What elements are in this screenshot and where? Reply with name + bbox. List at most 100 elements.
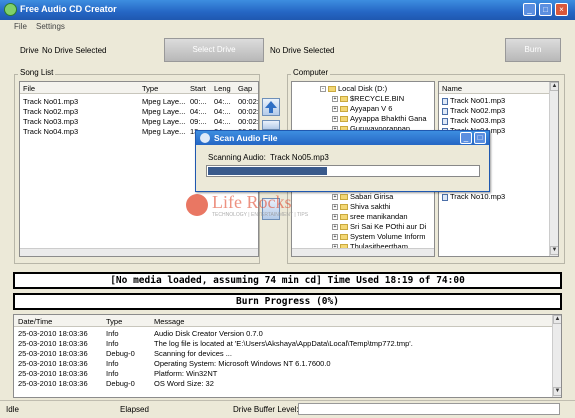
scan-progress-bar [206, 165, 480, 177]
log-datetime: 25-03-2010 18:03:36 [18, 339, 88, 348]
folder-icon [340, 234, 348, 241]
log-message: Operating System: Microsoft Windows NT 6… [154, 359, 331, 368]
scanning-file: Track No05.mp3 [270, 153, 329, 162]
remove-from-list-button[interactable] [262, 120, 280, 130]
log-message: OS Word Size: 32 [154, 379, 214, 388]
col-name[interactable]: Name [442, 84, 462, 93]
computer-label: Computer [291, 68, 331, 77]
expand-icon: + [332, 194, 338, 201]
scan-audio-dialog: Scan Audio File _ □ Scanning Audio: Trac… [195, 130, 490, 192]
tree-item[interactable]: + sree manikandan [332, 212, 408, 221]
select-drive-button[interactable]: Select Drive [164, 38, 264, 62]
folder-icon [340, 96, 348, 103]
tree-item-local-disk[interactable]: - Local Disk (D:) [320, 84, 387, 93]
col-type[interactable]: Type [106, 317, 122, 326]
tree-item[interactable]: + $RECYCLE.BIN [332, 94, 404, 103]
dialog-title-bar: Scan Audio File _ □ [196, 131, 489, 145]
song-list-label: Song List [18, 68, 56, 77]
file-list-header: Name [439, 82, 549, 94]
scroll-up-icon[interactable]: ▲ [550, 82, 558, 91]
menu-file[interactable]: File [14, 22, 27, 31]
col-type[interactable]: Type [142, 84, 158, 93]
log-type: Info [106, 359, 119, 368]
dialog-title: Scan Audio File [214, 133, 278, 143]
tree-item[interactable]: + Ayyappa Bhakthi Gana [332, 114, 427, 123]
log-table[interactable]: Date/Time Type Message 25-03-2010 18:03:… [13, 314, 562, 398]
list-item[interactable]: Track No01.mp3 [442, 96, 505, 105]
list-item[interactable]: Track No03.mp3 [442, 116, 505, 125]
audio-file-icon [442, 117, 448, 125]
log-datetime: 25-03-2010 18:03:36 [18, 379, 88, 388]
tree-item[interactable]: + System Volume Inform [332, 232, 425, 241]
col-file[interactable]: File [23, 84, 35, 93]
log-message: Scanning for devices ... [154, 349, 232, 358]
list-item[interactable]: Track No10.mp3 [442, 192, 505, 201]
scroll-down-icon[interactable]: ▼ [553, 387, 561, 396]
log-type: Debug-0 [106, 349, 135, 358]
expand-icon: + [332, 96, 338, 103]
col-datetime[interactable]: Date/Time [18, 317, 52, 326]
list-item[interactable]: Track No02.mp3 [442, 106, 505, 115]
log-vscrollbar[interactable]: ▲ ▼ [552, 315, 561, 397]
status-bar: Idle Elapsed Drive Buffer Level: [0, 400, 575, 418]
drive-value: No Drive Selected [42, 46, 107, 55]
title-bar: Free Audio CD Creator _ □ × [0, 0, 575, 20]
expand-icon: + [332, 116, 338, 123]
log-type: Info [106, 369, 119, 378]
folder-icon [340, 224, 348, 231]
close-button[interactable]: × [555, 3, 568, 16]
log-type: Info [106, 329, 119, 338]
minimize-button[interactable]: _ [523, 3, 536, 16]
menu-settings[interactable]: Settings [36, 22, 65, 31]
scroll-down-icon[interactable]: ▼ [550, 246, 558, 255]
expand-icon: + [332, 106, 338, 113]
window-title: Free Audio CD Creator [20, 4, 117, 14]
buffer-level-bar [298, 403, 560, 415]
burn-button[interactable]: Burn [505, 38, 561, 62]
drive-value-right: No Drive Selected [270, 46, 335, 55]
col-start[interactable]: Start [190, 84, 206, 93]
folder-icon [340, 116, 348, 123]
app-icon [4, 3, 17, 16]
audio-file-icon [442, 97, 448, 105]
expand-icon: + [332, 204, 338, 211]
log-datetime: 25-03-2010 18:03:36 [18, 349, 88, 358]
status-state: Idle [6, 405, 19, 414]
tree-hscrollbar[interactable] [292, 248, 434, 256]
col-message[interactable]: Message [154, 317, 184, 326]
tree-item[interactable]: + Shiva sakthi [332, 202, 390, 211]
log-message: Audio Disk Creator Version 0.7.0 [154, 329, 263, 338]
log-message: Platform: Win32NT [154, 369, 218, 378]
expand-icon: + [332, 224, 338, 231]
col-length[interactable]: Leng [214, 84, 231, 93]
folder-icon [340, 214, 348, 221]
arrow-up-icon [265, 101, 277, 113]
log-type: Debug-0 [106, 379, 135, 388]
col-gap[interactable]: Gap [238, 84, 252, 93]
song-list-hscrollbar[interactable] [20, 248, 258, 256]
drive-label: Drive [20, 46, 39, 55]
scroll-up-icon[interactable]: ▲ [553, 315, 561, 324]
scanning-label: Scanning Audio: [208, 153, 266, 162]
tree-item[interactable]: + Ayyapan V 6 [332, 104, 392, 113]
folder-icon [340, 194, 348, 201]
collapse-icon: - [320, 86, 326, 93]
log-type: Info [106, 339, 119, 348]
file-list-vscrollbar[interactable]: ▲ ▼ [549, 82, 558, 256]
log-datetime: 25-03-2010 18:03:36 [18, 359, 88, 368]
dialog-maximize-button[interactable]: □ [474, 132, 486, 144]
scan-progress-fill [208, 167, 327, 175]
tree-item[interactable]: + Sri Sai Ke POthi aur Di [332, 222, 426, 231]
log-datetime: 25-03-2010 18:03:36 [18, 329, 88, 338]
log-message: The log file is located at 'E:\Users\Aks… [154, 339, 413, 348]
tree-item[interactable]: + Sabari Girisa [332, 192, 393, 201]
folder-icon [340, 106, 348, 113]
expand-icon: + [332, 214, 338, 221]
burn-progress-banner: Burn Progress (0%) [13, 293, 562, 310]
dialog-minimize-button[interactable]: _ [460, 132, 472, 144]
menu-bar: File Settings [0, 20, 575, 34]
maximize-button[interactable]: □ [539, 3, 552, 16]
add-to-list-button[interactable] [262, 98, 280, 116]
audio-file-icon [442, 193, 448, 201]
log-header: Date/Time Type Message [14, 315, 552, 327]
